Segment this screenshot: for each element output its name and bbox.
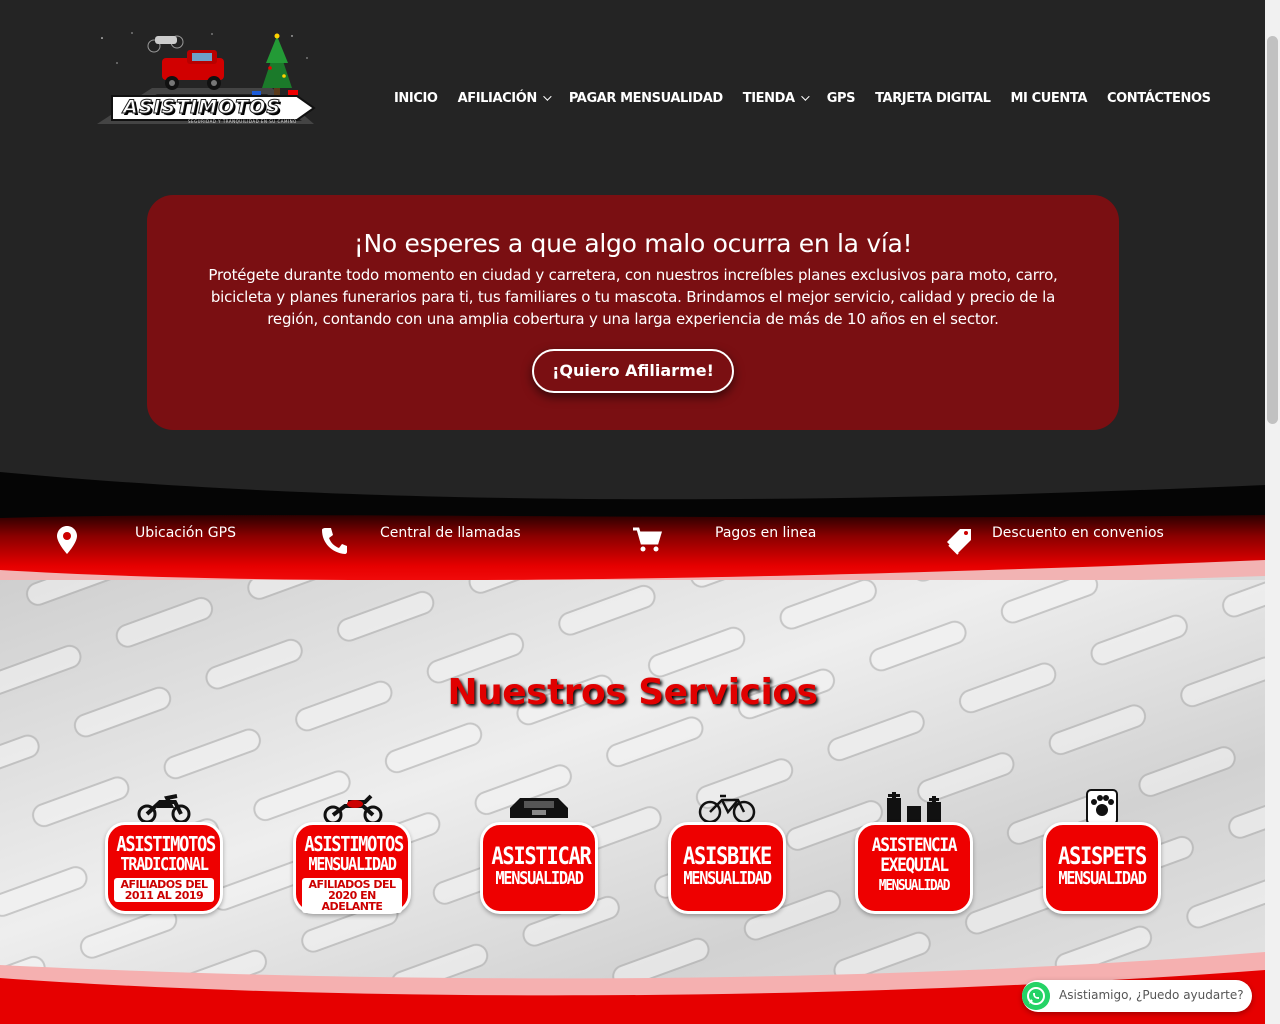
service-subtitle: TRADICIONAL [120, 854, 209, 875]
chevron-down-icon [800, 92, 810, 101]
service-badge: ASISPETS MENSUALIDAD [1043, 822, 1161, 914]
hero-text: Protégete durante todo momento en ciudad… [208, 266, 1058, 328]
service-badge: ASISTIMOTOS TRADICIONAL AFILIADOS DEL 20… [105, 822, 223, 914]
nav-item-cont-ctenos[interactable]: CONTÁCTENOS [1107, 91, 1211, 106]
phone-icon [322, 528, 347, 554]
service-name: ASISTENCIA EXEQUIAL [871, 834, 958, 876]
nav-item-label: PAGAR MENSUALIDAD [568, 90, 723, 106]
service-asisbike[interactable]: ASISBIKE MENSUALIDAD [668, 788, 786, 914]
site-header: ASISTIMOTOS SEGURIDAD Y TRANQUILIDAD EN … [0, 0, 1265, 190]
service-subtitle: MENSUALIDAD [495, 868, 584, 889]
service-asistimotos-mensualidad[interactable]: ASISTIMOTOS MENSUALIDAD AFILIADOS DEL 20… [293, 788, 411, 914]
nav-item-pagar-mensualidad[interactable]: PAGAR MENSUALIDAD [569, 91, 723, 106]
scrollbar[interactable] [1265, 0, 1280, 1024]
bicycle-icon [698, 794, 756, 824]
service-asisticar[interactable]: ASISTICAR MENSUALIDAD [480, 788, 598, 914]
services-section: Nuestros Servicios ASISTIMOTOS TRADICION… [0, 580, 1265, 1024]
nav-item-label: MI CUENTA [1010, 90, 1088, 106]
chevron-down-icon [543, 92, 552, 101]
nav-item-label: CONTÁCTENOS [1107, 90, 1211, 106]
logo[interactable]: ASISTIMOTOS SEGURIDAD Y TRANQUILIDAD EN … [92, 28, 318, 128]
service-name: ASISTIMOTOS [116, 832, 216, 856]
feature-payments: Pagos en linea [715, 525, 817, 541]
feature-gps: Ubicación GPS [135, 525, 236, 541]
service-name: ASISBIKE [682, 842, 772, 870]
paw-icon [1086, 789, 1118, 824]
hero-title: ¡No esperes a que algo malo ocurra en la… [353, 229, 913, 258]
services-title: Nuestros Servicios [447, 672, 818, 713]
nav-item-label: INICIO [394, 90, 438, 106]
chopper-icon [323, 794, 383, 824]
nav-item-label: AFILIACIÓN [457, 90, 538, 106]
service-tag: AFILIADOS DEL 2020 EN ADELANTE [302, 878, 402, 913]
service-asispets[interactable]: ASISPETS MENSUALIDAD [1043, 788, 1161, 914]
service-subtitle: MENSUALIDAD [878, 876, 951, 894]
feature-calls: Central de llamadas [380, 525, 521, 541]
whatsapp-icon [1022, 982, 1050, 1010]
hero-card: ¡No esperes a que algo malo ocurra en la… [147, 195, 1119, 430]
nav-item-tienda[interactable]: TIENDA [742, 90, 810, 106]
logo-wordmark: ASISTIMOTOS [122, 96, 282, 119]
nav-item-gps[interactable]: GPS [826, 90, 856, 106]
service-subtitle: MENSUALIDAD [1058, 868, 1147, 889]
nav-item-label: TIENDA [742, 90, 795, 106]
service-asistimotos-tradicional[interactable]: ASISTIMOTOS TRADICIONAL AFILIADOS DEL 20… [105, 788, 223, 914]
cart-icon [633, 527, 662, 552]
service-name: ASISPETS [1057, 842, 1147, 870]
service-badge: ASISTICAR MENSUALIDAD [480, 822, 598, 914]
nav-item-afiliaci-n[interactable]: AFILIACIÓN [457, 90, 552, 106]
service-subtitle: MENSUALIDAD [308, 854, 397, 875]
service-badge: ASISTIMOTOS MENSUALIDAD AFILIADOS DEL 20… [293, 822, 411, 914]
whatsapp-chat-button[interactable]: Asistiamigo, ¿Puedo ayudarte? [1022, 980, 1252, 1012]
tombstone-icon [887, 792, 941, 824]
whatsapp-label: Asistiamigo, ¿Puedo ayudarte? [1059, 988, 1244, 1002]
map-pin-icon [57, 526, 77, 554]
service-subtitle: MENSUALIDAD [683, 868, 772, 889]
service-name: ASISTIMOTOS [304, 832, 404, 856]
nav-item-mi-cuenta[interactable]: MI CUENTA [1010, 90, 1088, 106]
main-nav: INICIO AFILIACIÓN PAGAR MENSUALIDAD TIENDA G… [394, 88, 1231, 108]
nav-item-inicio[interactable]: INICIO [394, 91, 438, 106]
affiliate-button[interactable]: ¡Quiero Afiliarme! [532, 349, 734, 393]
motorcycle-icon [137, 794, 191, 824]
service-name: ASISTICAR [491, 842, 591, 870]
service-asistencia-exequial[interactable]: ASISTENCIA EXEQUIAL MENSUALIDAD [855, 788, 973, 914]
nav-item-label: TARJETA DIGITAL [875, 90, 991, 106]
car-icon [510, 798, 568, 818]
nav-item-label: GPS [826, 90, 856, 106]
service-badge: ASISTENCIA EXEQUIAL MENSUALIDAD [855, 822, 973, 914]
logo-tagline: SEGURIDAD Y TRANQUILIDAD EN SU CAMINO [188, 119, 297, 124]
service-tag: AFILIADOS DEL 2011 AL 2019 [114, 878, 214, 902]
feature-discounts: Descuento en convenios [992, 525, 1164, 541]
service-badge: ASISBIKE MENSUALIDAD [668, 822, 786, 914]
nav-item-tarjeta-digital[interactable]: TARJETA DIGITAL [875, 90, 991, 106]
tag-icon [947, 529, 971, 555]
scrollbar-thumb[interactable] [1267, 36, 1278, 424]
